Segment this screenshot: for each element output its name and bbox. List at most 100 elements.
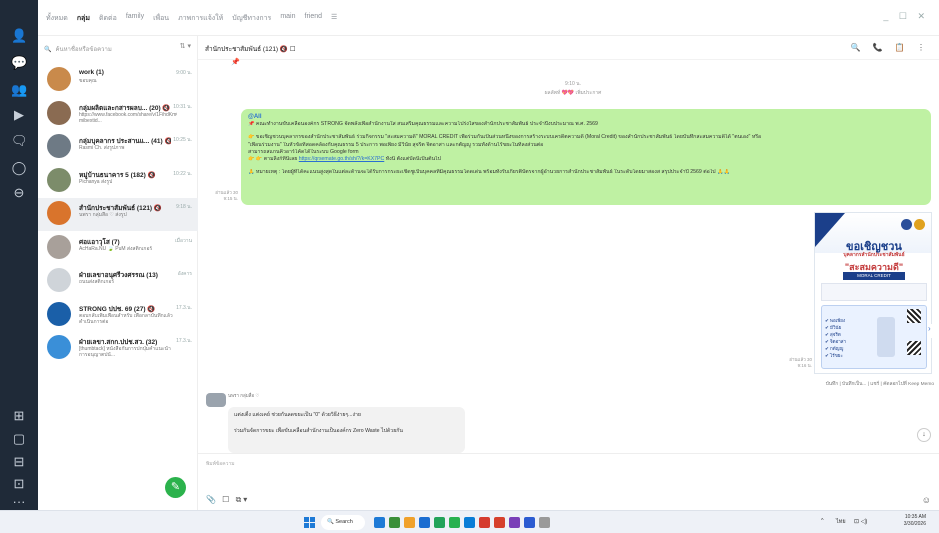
ellipsis-icon[interactable]: ··· [11, 494, 27, 510]
windows-start-icon[interactable] [304, 517, 315, 528]
clock-date: 3/30/2026 [903, 521, 926, 527]
pin-icon[interactable]: 📌 [231, 58, 240, 66]
message-composer[interactable]: พิมพ์ข้อความ 📎 ☐ ⧉▾ ☺ [198, 453, 939, 510]
system-notice[interactable]: ผลลัพท์ 💖💖 เพิ่มประกาศ [518, 89, 628, 97]
message-line: 🙏 หมายเหตุ : โดยผู้ที่ได้คะแนนสูงสุดในแต… [248, 169, 730, 176]
tab-friend[interactable]: friend [305, 13, 323, 24]
tab-all[interactable]: ทั้งหมด [46, 13, 68, 24]
composer-tools[interactable]: 📎 ☐ ⧉▾ [206, 495, 249, 505]
chat-list-item[interactable]: สำนักประชาสัมพันธ์ (121) 🔇 นพรา กลุ่มสื่อ… [38, 198, 198, 231]
taskbar-app-icon[interactable] [509, 517, 520, 528]
read-receipt: อ่านแล้ว 30 9:16 น. [789, 357, 812, 368]
poster-check-item: ✔ พอเพียง [825, 318, 846, 323]
taskbar-search-label: Search [335, 519, 353, 525]
new-chat-button[interactable]: ✎ [165, 477, 186, 498]
settings-icon[interactable]: ⊡ [11, 476, 27, 492]
call-icon[interactable]: ◯ [11, 160, 27, 176]
emoji-icon[interactable]: ☺ [922, 495, 931, 505]
chevron-right-icon[interactable]: › [928, 324, 936, 338]
tab-family[interactable]: family [126, 13, 144, 24]
language-indicator[interactable]: ไทย [836, 518, 846, 526]
announcement-bubble[interactable]: @All 📌 คณะทำงานขับเคลื่อนองค์กร STRONG จ… [241, 109, 931, 205]
poster-check-item: ✔ ไร้ขยะ [825, 353, 843, 358]
taskbar-search[interactable]: 🔍 Search [321, 515, 365, 530]
form-link[interactable]: https://qrsemate.go.th/sh/?/k=KX7PC [299, 156, 385, 162]
chevron-up-icon[interactable]: ^ [821, 518, 824, 524]
poster-checklist: ✔ พอเพียง ✔ มีวินัย ✔ สุจริต ✔ จิตอาสา ✔ กตั… [825, 317, 846, 359]
search-input[interactable]: 🔍 ค้นหาชื่อหรือข้อความ [44, 42, 174, 56]
more-icon[interactable]: ⊖ [11, 185, 27, 201]
chat-time: 17.3.น. [176, 304, 192, 311]
taskbar-app-icon[interactable] [434, 517, 445, 528]
chat-list-panel: 🔍 ค้นหาชื่อหรือข้อความ ⇅ ▾ work (1) ขอบคุ… [38, 36, 198, 510]
avatar [47, 234, 71, 259]
poster-check-item: ✔ มีวินัย [825, 325, 842, 330]
voom-icon[interactable]: ▶ [11, 107, 27, 123]
read-receipt: อ่านแล้ว 30 9:15 น. [215, 190, 238, 201]
chat-preview: https://www.facebook.com/share/v/1FihdKm… [79, 111, 177, 124]
taskbar-app-icon[interactable] [494, 517, 505, 528]
chat-preview: Rasmi Ch. ส่งรูปภาพ [79, 145, 125, 151]
conversation-header: สำนักประชาสัมพันธ์ (121) 🔇 ☐ 🔍 📞 📋 ⋮ [198, 36, 939, 60]
avatar[interactable] [206, 393, 226, 407]
chat-list-item[interactable]: STRONG ปปช. 69 (27) 🔇 ตอบกลับเพิ่มเพื่อนส… [38, 299, 198, 332]
conversation-title[interactable]: สำนักประชาสัมพันธ์ (121) 🔇 ☐ [205, 44, 296, 54]
keep-icon[interactable]: ⊞ [11, 408, 27, 424]
chat-time: 10:25 น. [173, 137, 192, 143]
taskbar-app-icon[interactable] [464, 517, 475, 528]
tab-contacts[interactable]: ติดต่อ [99, 13, 117, 24]
chat-list-item[interactable]: work (1) ขอบคุณ 9:00 น. [38, 64, 198, 97]
chats-icon[interactable]: 💬 [11, 55, 27, 71]
openchat-icon[interactable]: 🗨 [11, 133, 28, 149]
profile-icon[interactable]: 👤 [11, 28, 27, 44]
taskbar-app-icon[interactable] [539, 517, 550, 528]
taskbar-app-icon[interactable] [524, 517, 535, 528]
poster-check-item: ✔ จิตอาสา [825, 339, 847, 344]
conversation-tools[interactable]: 🔍 📞 📋 ⋮ [850, 43, 930, 52]
tab-friends-thai[interactable]: เพื่อน [153, 13, 169, 24]
mention-all[interactable]: @All [248, 114, 924, 121]
chat-preview: Pichanya ส่งรูป [79, 178, 113, 185]
reply-bubble[interactable]: แต่งเติ้ง แต่งเคย์ ช่วยกันลดขยะเป็น "0" … [228, 407, 465, 453]
taskbar-app-icon[interactable] [404, 517, 415, 528]
tab-notifications[interactable]: ภาพการแจ้งให้ [178, 13, 223, 24]
avatar [47, 100, 71, 125]
composer-placeholder: พิมพ์ข้อความ [206, 461, 235, 467]
taskbar-app-icon[interactable] [419, 517, 430, 528]
friends-icon[interactable]: 👥 [11, 82, 27, 98]
tab-main[interactable]: main [280, 13, 295, 24]
sort-button[interactable]: ⇅ ▾ [180, 42, 191, 50]
folder-tab-bar: ทั้งหมด กลุ่ม ติดต่อ family เพื่อน ภาพกา… [38, 0, 939, 36]
chat-time: 9:00 น. [176, 70, 192, 76]
chat-list-item[interactable]: กลุ่มผลิตและกสารผลบ... (20) 🔇 https://www… [38, 98, 198, 131]
conversation-panel: สำนักประชาสัมพันธ์ (121) 🔇 ☐ 🔍 📞 📋 ⋮ 📌 9… [198, 36, 939, 510]
network-volume-icon[interactable]: ⊡ ◁) [854, 518, 867, 525]
poster-image[interactable]: ขอเชิญชวน บุคลากรสำนักประชาสัมพันธ์ "สะส… [814, 212, 932, 374]
chat-time: 10:31 น. [173, 103, 192, 110]
chat-list-item[interactable]: ฝ่ายเลขาอนุศรีวงศรรณ (13) ถนนส่งสติกเกอร์… [38, 265, 198, 298]
message-line: "เพื่อนร่วมงาน" ในหัวข้อที่สอดคล้องกับคุ… [248, 141, 544, 148]
clock[interactable]: 10:35 AM 3/30/2026 [886, 514, 926, 528]
tab-settings-icon[interactable]: ☰ [331, 13, 337, 24]
taskbar-app-icon[interactable] [449, 517, 460, 528]
taskbar-app-icon[interactable] [389, 517, 400, 528]
chat-time: 9:18 น. [176, 204, 192, 210]
chat-list-item[interactable]: ศอแอาวุโส (7) AcHaRa.NU 🍃 PuM ส่งสติกเกอร… [38, 232, 198, 265]
window-controls[interactable]: _ ☐ ✕ [883, 11, 929, 22]
image-actions[interactable]: บันทึก | บันทึกเป็น... | แชร์ | คัดลอกไป… [796, 380, 934, 388]
message-line: 📌 คณะทำงานขับเคลื่อนองค์กร STRONG จัดพลั… [248, 121, 598, 128]
calendar-icon[interactable]: ▢ [11, 431, 27, 447]
tab-official[interactable]: บัญชีทางการ [232, 13, 271, 24]
chat-list-item[interactable]: หมู่บ้านธนาคาร 5 (182) 🔇 Pichanya ส่งรูป 1… [38, 165, 198, 198]
poster-tag: MORAL CREDIT [843, 272, 905, 280]
scroll-down-button[interactable]: ↓ [917, 428, 931, 442]
chat-list-item[interactable]: ฝ่ายเลขา.สกก.ปปช.สว. (32) [thumbtack] หนั… [38, 332, 198, 365]
tab-groups[interactable]: กลุ่ม [77, 13, 90, 24]
chat-list-item[interactable]: กลุ่มบุคลากร ประสานแ... (41) 🔇 Rasmi Ch. … [38, 131, 198, 164]
chat-time: เมื่อวาน [174, 237, 192, 244]
taskbar-app-icon[interactable] [479, 517, 490, 528]
bookmark-icon[interactable]: ⊟ [11, 454, 27, 470]
avatar [47, 335, 71, 359]
chat-preview: ถนนส่งสติกเกอร์ [79, 279, 115, 285]
taskbar-app-icon[interactable] [374, 517, 385, 528]
